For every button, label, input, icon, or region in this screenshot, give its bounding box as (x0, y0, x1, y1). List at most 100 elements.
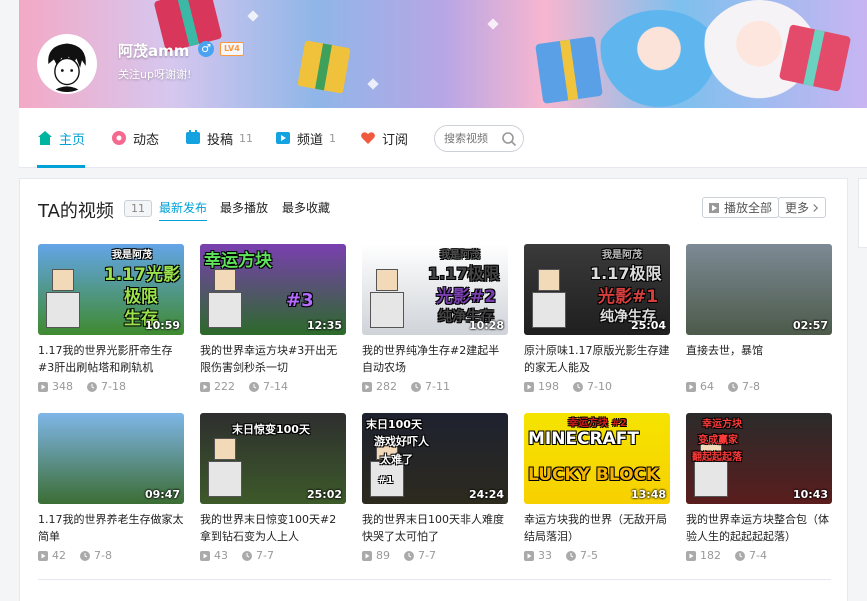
play-count-icon (200, 381, 210, 392)
video-duration: 02:57 (792, 319, 828, 332)
clock-icon (80, 550, 90, 561)
dynamic-flower-icon (112, 131, 126, 145)
video-thumbnail[interactable]: 我是阿茂 1.17光影 极限 生存 10:59 (38, 244, 184, 335)
video-duration: 13:48 (630, 488, 666, 501)
publish-date: 7-7 (242, 549, 274, 562)
play-count-icon (362, 381, 372, 392)
publish-date-value: 7-7 (418, 549, 436, 562)
thumbnail-overlay-text: 变成赢家 (698, 435, 738, 446)
sort-latest[interactable]: 最新发布 (159, 199, 208, 221)
clock-icon (249, 381, 259, 392)
video-thumbnail[interactable]: 02:57 (686, 244, 832, 335)
view-count: 348 (38, 380, 73, 393)
video-title[interactable]: 我的世界幸运方块整合包（体验人生的起起起起落） (686, 511, 832, 545)
view-count: 43 (200, 549, 228, 562)
thumbnail-overlay-text: LUCKY BLOCK (528, 465, 660, 485)
tab-subscribe[interactable]: 订阅 (360, 108, 408, 168)
sort-most-favorited[interactable]: 最多收藏 (282, 199, 330, 216)
video-title[interactable]: 直接去世，暴馆 (686, 342, 832, 376)
thumbnail-overlay-text: #3 (286, 290, 314, 311)
posts-count: 11 (239, 131, 254, 145)
video-thumbnail[interactable]: 我是阿茂 1.17极限 光影#1 纯净生存 25:04 (524, 244, 670, 335)
view-count-value: 348 (52, 380, 73, 393)
play-all-label: 播放全部 (724, 201, 773, 215)
tab-home[interactable]: 主页 (37, 108, 86, 168)
video-card[interactable]: 幸运方块 #3 12:35 我的世界幸运方块#3开出无限伤害剑秒杀一切 222 7-14 (200, 244, 346, 393)
publish-date: 7-7 (404, 549, 436, 562)
section-title: TA的视频 (38, 201, 114, 222)
video-card[interactable]: 09:47 1.17我的世界养老生存做家太简单 42 7-8 (38, 413, 184, 562)
video-title[interactable]: 1.17我的世界养老生存做家太简单 (38, 511, 184, 545)
tab-dynamic[interactable]: 动态 (111, 108, 159, 168)
view-count-value: 42 (52, 549, 66, 562)
publish-date-value: 7-18 (101, 380, 126, 393)
thumbnail-overlay-text: 光影#1 (598, 287, 659, 307)
video-title[interactable]: 我的世界纯净生存#2建起半自动农场 (362, 342, 508, 376)
gift-box-decoration (535, 36, 603, 104)
publish-date-value: 7-14 (263, 380, 288, 393)
video-card[interactable]: 末日100天 游戏好吓人 太难了 #1 24:24 我的世界末日100天非人难度快哭了太可… (362, 413, 508, 562)
video-card[interactable]: 我是阿茂 1.17极限 光影#1 纯净生存 25:04 原汁原味1.17原版光影生存建的家… (524, 244, 670, 393)
tab-channel-label: 频道 (297, 132, 324, 148)
video-meta: 348 7-18 (38, 380, 184, 393)
thumbnail-overlay-text: 幸运方块 #2 (568, 418, 627, 429)
channel-icon (276, 132, 290, 144)
tab-posts-label: 投稿 (207, 132, 234, 148)
view-count-value: 64 (700, 380, 714, 393)
video-card[interactable]: 我是阿茂 1.17光影 极限 生存 10:59 1.17我的世界光影肝帝生存#3肝出刷帖塔… (38, 244, 184, 393)
clock-icon (735, 550, 745, 561)
user-avatar[interactable] (37, 34, 97, 94)
play-count-icon (524, 550, 534, 561)
video-title[interactable]: 1.17我的世界光影肝帝生存#3肝出刷帖塔和刷轨机 (38, 342, 184, 376)
video-thumbnail[interactable]: 幸运方块 变成赢家 翻起起起落 10:43 (686, 413, 832, 504)
video-thumbnail[interactable]: 末日惊变100天 25:02 (200, 413, 346, 504)
video-card[interactable]: 末日惊变100天 25:02 我的世界末日惊变100天#2拿到钻石变为人上人 43 7-… (200, 413, 346, 562)
video-meta: 42 7-8 (38, 549, 184, 562)
thumbnail-overlay-text: MINECRAFT (528, 429, 640, 449)
video-card[interactable]: 幸运方块 变成赢家 翻起起起落 10:43 我的世界幸运方块整合包（体验人生的起起起起落… (686, 413, 832, 562)
video-card[interactable]: 幸运方块 #2 MINECRAFT LUCKY BLOCK 13:48 幸运方块我的世界… (524, 413, 670, 562)
video-thumbnail[interactable]: 末日100天 游戏好吓人 太难了 #1 24:24 (362, 413, 508, 504)
video-thumbnail[interactable]: 09:47 (38, 413, 184, 504)
video-meta: 282 7-11 (362, 380, 508, 393)
more-button[interactable]: 更多 (778, 197, 827, 218)
video-card[interactable]: 我是阿茂 1.17极限 光影#2 纯净生存 10:28 我的世界纯净生存#2建起半自动农场… (362, 244, 508, 393)
play-all-button[interactable]: 播放全部 (702, 197, 780, 218)
username: 阿茂amm (118, 42, 190, 60)
video-title[interactable]: 我的世界幸运方块#3开出无限伤害剑秒杀一切 (200, 342, 346, 376)
side-panel-edge (858, 178, 867, 248)
video-duration: 25:04 (630, 319, 666, 332)
sparkle-decoration (367, 78, 379, 90)
publish-date: 7-4 (735, 549, 767, 562)
thumbnail-overlay-text: 光影#2 (436, 287, 497, 307)
video-duration: 10:59 (144, 319, 180, 332)
tab-posts[interactable]: 投稿 11 (185, 108, 253, 168)
video-title[interactable]: 原汁原味1.17原版光影生存建的家无人能及 (524, 342, 670, 376)
video-title[interactable]: 我的世界末日100天非人难度快哭了太可怕了 (362, 511, 508, 545)
sparkle-decoration (487, 18, 499, 30)
publish-date: 7-10 (573, 380, 612, 393)
clock-icon (411, 381, 421, 392)
thumbnail-artwork (694, 438, 728, 498)
section-divider (38, 579, 831, 580)
video-thumbnail[interactable]: 幸运方块 #3 12:35 (200, 244, 346, 335)
search-icon[interactable] (501, 131, 517, 147)
thumbnail-overlay-text: 幸运方块 (204, 251, 272, 271)
video-search (434, 125, 524, 152)
video-card[interactable]: 02:57 直接去世，暴馆 64 7-8 (686, 244, 832, 393)
tab-channel[interactable]: 频道 1 (275, 108, 336, 168)
sort-most-played[interactable]: 最多播放 (220, 199, 268, 216)
video-title[interactable]: 幸运方块我的世界（无敌开局结局落泪） (524, 511, 670, 545)
thumbnail-artwork (208, 438, 242, 498)
thumbnail-overlay-text: 游戏好吓人 (374, 435, 429, 448)
video-thumbnail[interactable]: 我是阿茂 1.17极限 光影#2 纯净生存 10:28 (362, 244, 508, 335)
search-input[interactable] (435, 126, 501, 151)
gift-box-decoration (297, 40, 351, 94)
thumbnail-artwork (370, 269, 404, 329)
video-thumbnail[interactable]: 幸运方块 #2 MINECRAFT LUCKY BLOCK 13:48 (524, 413, 670, 504)
tab-home-label: 主页 (59, 132, 86, 148)
video-duration: 10:28 (468, 319, 504, 332)
video-title[interactable]: 我的世界末日惊变100天#2拿到钻石变为人上人 (200, 511, 346, 545)
view-count-value: 222 (214, 380, 235, 393)
video-duration: 09:47 (144, 488, 180, 501)
